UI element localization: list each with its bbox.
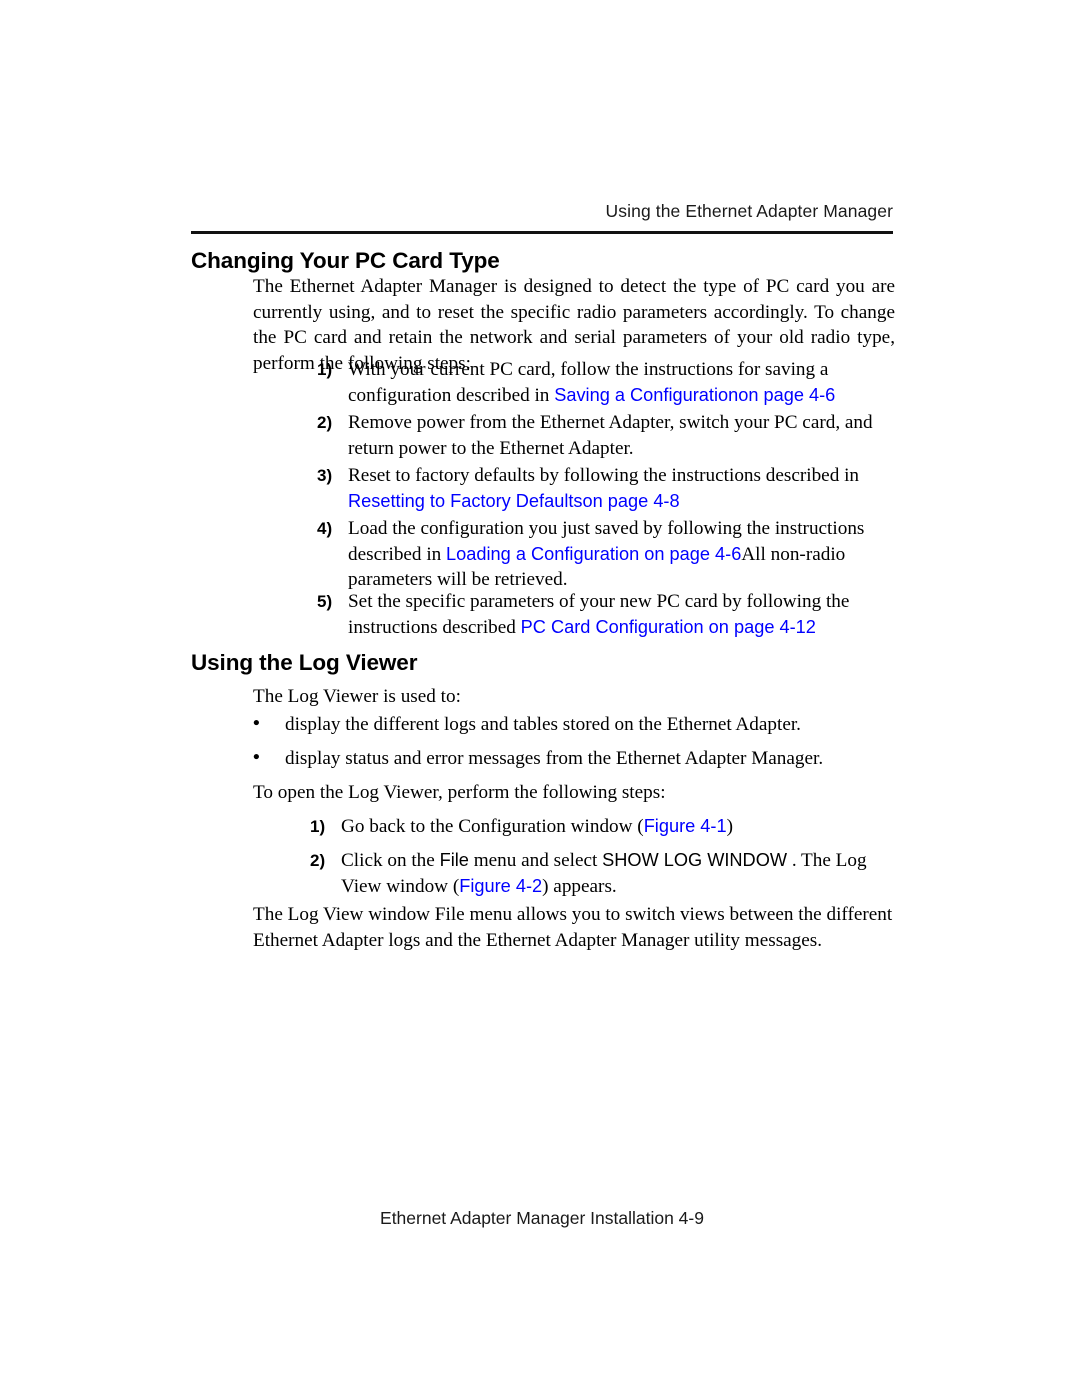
- list-item: 1) With your current PC card, follow the…: [317, 357, 895, 408]
- header-rule: [191, 231, 893, 234]
- lead-in-paragraph-open-log-viewer: To open the Log Viewer, perform the foll…: [253, 782, 666, 803]
- page-footer: Ethernet Adapter Manager Installation 4-…: [380, 1208, 704, 1228]
- list-item: 4) Load the configuration you just saved…: [317, 516, 895, 593]
- list-item-text: Go back to the Configuration window (Fig…: [341, 814, 895, 840]
- list-marker: 1): [317, 360, 333, 379]
- step-text-before: Reset to factory defaults by following t…: [348, 465, 860, 486]
- step-text-part2: ): [726, 816, 733, 837]
- list-item-text: Remove power from the Ethernet Adapter, …: [348, 410, 895, 461]
- list-item: 5) Set the specific parameters of your n…: [317, 589, 895, 640]
- cross-reference-link[interactable]: Saving a Configurationon page 4-6: [554, 385, 835, 405]
- list-marker: 2): [317, 413, 333, 432]
- intro-paragraph-log-viewer: The Log Viewer is used to:: [253, 686, 461, 707]
- list-item-text: display the different logs and tables st…: [285, 714, 801, 735]
- list-marker: 4): [317, 519, 333, 538]
- list-item-text: Reset to factory defaults by following t…: [348, 463, 895, 514]
- list-marker: 2): [310, 851, 326, 870]
- page-title-using-the-log-viewer: Using the Log Viewer: [191, 650, 418, 675]
- bullet-icon: •: [253, 747, 260, 768]
- page-title-changing-pc-card-type: Changing Your PC Card Type: [191, 248, 500, 273]
- figure-reference-link[interactable]: Figure 4-2: [459, 876, 542, 896]
- list-item-text: Click on the File menu and select SHOW L…: [341, 848, 895, 899]
- closing-paragraph-log-view: The Log View window File menu allows you…: [253, 904, 893, 951]
- list-item: • display status and error messages from…: [253, 746, 895, 772]
- menu-name-file: File: [439, 850, 469, 870]
- cross-reference-link[interactable]: PC Card Configuration on page 4-12: [521, 617, 816, 637]
- document-page: Using the Ethernet Adapter Manager Chang…: [0, 0, 1080, 1397]
- list-marker: 1): [310, 817, 326, 836]
- list-item: 2) Remove power from the Ethernet Adapte…: [317, 410, 895, 461]
- list-item-text: With your current PC card, follow the in…: [348, 357, 895, 408]
- cross-reference-link[interactable]: Resetting to Factory Defaultson page 4-8: [348, 491, 680, 511]
- step-text-part2: menu and select: [468, 850, 603, 871]
- running-header: Using the Ethernet Adapter Manager: [605, 201, 893, 221]
- step-text-part4: ) appears.: [542, 875, 617, 897]
- step-text-before: Remove power from the Ethernet Adapter, …: [348, 412, 873, 459]
- list-item-text: Load the configuration you just saved by…: [348, 516, 895, 593]
- list-item: • display the different logs and tables …: [253, 712, 895, 738]
- figure-reference-link[interactable]: Figure 4-1: [644, 816, 727, 836]
- list-item-text: Set the specific parameters of your new …: [348, 589, 895, 640]
- step-text-part1: Go back to the Configuration window (: [341, 816, 644, 837]
- step-text-part1: Click on the: [341, 850, 440, 871]
- list-item: 1) Go back to the Configuration window (…: [310, 814, 895, 840]
- menu-command-show-log-window: SHOW LOG WINDOW: [602, 850, 788, 870]
- list-marker: 3): [317, 466, 333, 485]
- cross-reference-link[interactable]: Loading a Configuration on page 4-6: [446, 544, 741, 564]
- list-item-text: display status and error messages from t…: [285, 748, 824, 769]
- list-item: 2) Click on the File menu and select SHO…: [310, 848, 895, 899]
- list-marker: 5): [317, 592, 333, 611]
- bullet-icon: •: [253, 713, 260, 734]
- list-item: 3) Reset to factory defaults by followin…: [317, 463, 895, 514]
